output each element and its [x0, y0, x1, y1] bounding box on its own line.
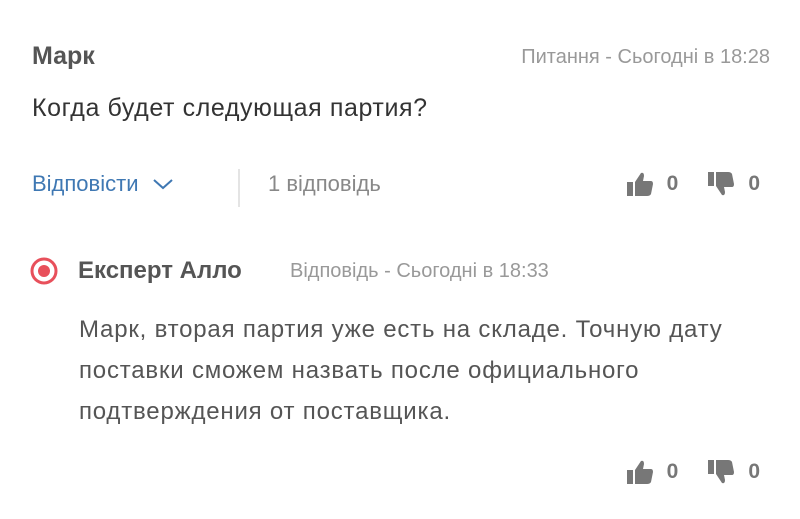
question-votes: 0 0 [625, 169, 760, 199]
question-author: Марк [32, 42, 95, 70]
thumbs-up-icon [626, 460, 653, 484]
question-meta: Питання - Сьогодні в 18:28 [521, 46, 770, 68]
reply-button[interactable]: Відповісти [32, 171, 175, 197]
like-count: 0 [666, 172, 679, 195]
replies-count[interactable]: 1 відповідь [268, 171, 381, 197]
like-count: 0 [666, 460, 679, 483]
expert-badge-icon [30, 257, 58, 285]
actions-divider [238, 169, 240, 207]
dislike-count: 0 [748, 172, 760, 195]
answer-author: Експерт Алло [78, 257, 242, 284]
question-text: Когда будет следующая партия? [32, 94, 428, 122]
chevron-down-icon [152, 179, 173, 190]
like-button[interactable]: 0 [625, 457, 679, 487]
dislike-button[interactable]: 0 [706, 169, 760, 199]
question-actions: Відповісти 1 відповідь 0 0 [32, 165, 760, 207]
question-header: Марк Питання - Сьогодні в 18:28 [32, 42, 770, 72]
answer-text: Марк, вторая партия уже есть на складе. … [79, 316, 723, 425]
dislike-button[interactable]: 0 [706, 457, 760, 487]
thumbs-up-icon [626, 172, 653, 196]
like-button[interactable]: 0 [625, 169, 679, 199]
reply-button-label: Відповісти [32, 171, 139, 196]
thumbs-down-icon [708, 460, 735, 484]
dislike-count: 0 [748, 460, 760, 483]
answer-votes: 0 0 [625, 457, 760, 487]
answer-meta: Відповідь - Сьогодні в 18:33 [290, 260, 549, 282]
thumbs-down-icon [708, 172, 735, 196]
